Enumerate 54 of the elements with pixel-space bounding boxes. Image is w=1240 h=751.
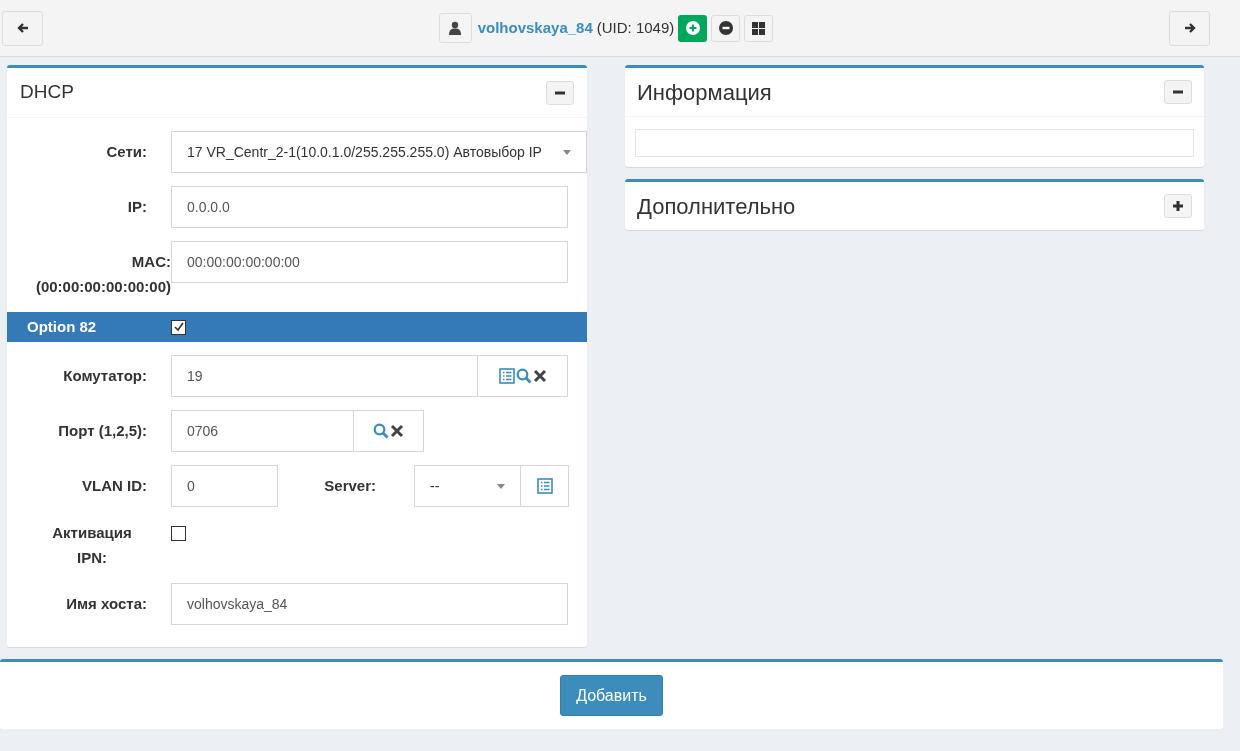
clear-button[interactable]	[532, 369, 547, 383]
field-label: Имя хоста:	[65, 594, 147, 614]
panel-title: Информация	[637, 78, 772, 107]
field-label: Порт (1,2,5):	[58, 422, 147, 439]
format-hint: (00:00:00:00:00:00)	[34, 277, 171, 297]
forward-button[interactable]	[1169, 10, 1210, 46]
close-icon	[532, 369, 547, 383]
input-field[interactable]: 0706	[171, 410, 354, 452]
field-label: Активация IPN:	[51, 523, 133, 568]
expand-button[interactable]	[1164, 194, 1192, 218]
server-select[interactable]: --	[414, 465, 521, 507]
search-icon	[515, 368, 532, 384]
back-button[interactable]	[2, 10, 43, 46]
add-submit-button[interactable]: Добавить	[560, 675, 663, 716]
close-icon	[390, 424, 404, 438]
dropdown-arrow-icon	[563, 149, 571, 155]
grid-icon	[752, 21, 766, 35]
input-field[interactable]: 00:00:00:00:00:00	[171, 241, 568, 283]
user-icon	[449, 21, 462, 35]
user-button[interactable]	[438, 13, 472, 43]
field-label: Сети:	[106, 143, 147, 160]
search-button[interactable]	[373, 423, 389, 439]
input-field[interactable]: 19	[171, 355, 478, 397]
left-arrow-icon	[16, 22, 29, 34]
vlan-field[interactable]: 0	[171, 465, 278, 507]
checkbox[interactable]	[171, 319, 186, 335]
list-button[interactable]	[498, 368, 515, 384]
input-field[interactable]: volhovskaya_84	[171, 583, 568, 625]
dropdown-arrow-icon	[497, 483, 505, 489]
list-icon	[498, 368, 515, 384]
collapse-button[interactable]	[546, 80, 574, 105]
checkbox[interactable]	[171, 526, 186, 541]
search-button[interactable]	[515, 368, 532, 384]
remove-button[interactable]	[711, 14, 741, 42]
uid-text: (UID: 1049)	[596, 17, 675, 38]
grid-button[interactable]	[744, 14, 774, 42]
network-select[interactable]: 17 VR_Centr_2-1(10.0.1.0/255.255.255.0) Автовыбор IP	[171, 131, 587, 173]
input-field[interactable]: 0.0.0.0	[171, 186, 568, 228]
panel-title: DHCP	[20, 80, 74, 105]
server-label: Server:	[324, 477, 376, 494]
field-label: MAC:	[130, 252, 171, 272]
panel-title: Дополнительно	[637, 192, 796, 221]
field-label: Комутатор:	[63, 367, 147, 384]
field-label: IP:	[126, 197, 147, 217]
plus-icon	[1172, 200, 1184, 212]
list-icon	[536, 478, 553, 494]
option-label: Option 82	[27, 317, 97, 335]
collapse-button[interactable]	[1164, 80, 1192, 104]
plus-circle-icon	[685, 21, 700, 35]
search-icon	[373, 423, 389, 439]
clear-button[interactable]	[390, 424, 404, 438]
minus-circle-icon	[718, 21, 733, 35]
field-label: VLAN ID:	[82, 477, 147, 494]
right-arrow-icon	[1183, 22, 1196, 34]
